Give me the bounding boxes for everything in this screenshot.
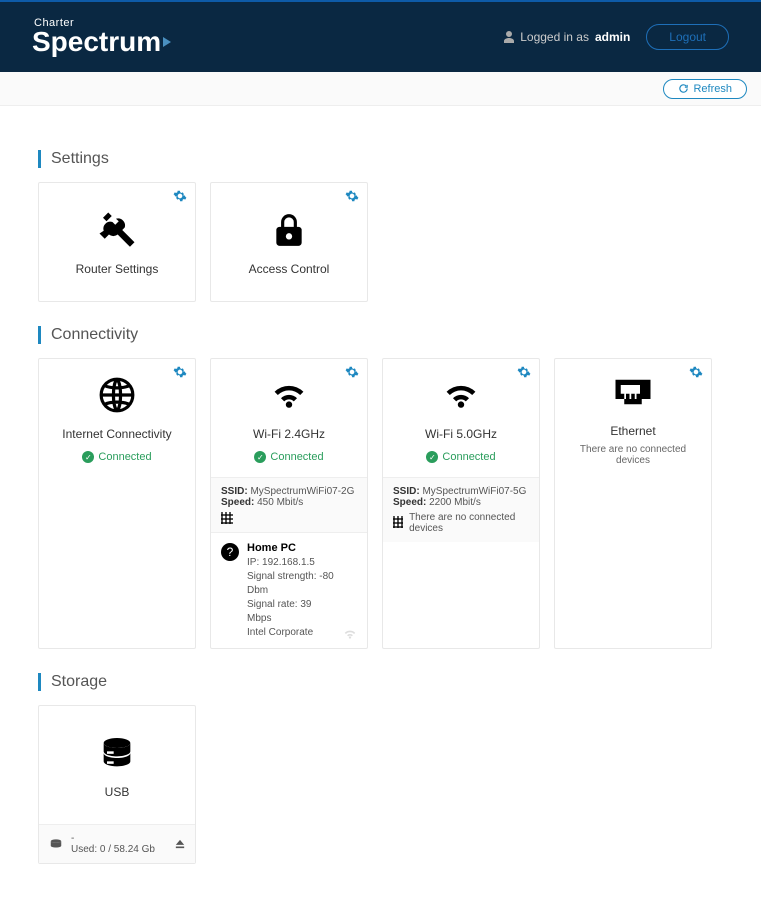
usb-details: - Used: 0 / 58.24 Gb (39, 824, 195, 863)
card-label: Router Settings (76, 262, 159, 276)
tools-icon (96, 208, 138, 252)
storage-row: USB - Used: 0 / 58.24 Gb (38, 705, 723, 864)
drive-icon (49, 838, 63, 850)
card-label: Access Control (249, 262, 330, 276)
content: Settings Router Settings Access Control (0, 106, 761, 904)
brand-logo: Charter Spectrum (32, 18, 171, 56)
gear-icon[interactable] (345, 365, 359, 379)
storage-icon (97, 731, 137, 775)
gear-icon[interactable] (689, 365, 703, 379)
card-ethernet[interactable]: Ethernet There are no connected devices (554, 358, 712, 649)
logout-button[interactable]: Logout (646, 24, 729, 50)
card-wifi-24[interactable]: Wi-Fi 2.4GHz ✓ Connected SSID: MySpectru… (210, 358, 368, 649)
section-title-storage: Storage (38, 673, 723, 691)
ethernet-icon (612, 370, 654, 414)
qr-icon[interactable] (393, 516, 403, 528)
logged-in-text: Logged in as admin (504, 30, 630, 44)
card-label: Ethernet (610, 424, 655, 438)
status-connected: ✓ Connected (254, 451, 323, 463)
settings-row: Router Settings Access Control (38, 182, 723, 302)
gear-icon[interactable] (173, 189, 187, 203)
check-icon: ✓ (254, 451, 266, 463)
gear-icon[interactable] (173, 365, 187, 379)
card-wifi-50[interactable]: Wi-Fi 5.0GHz ✓ Connected SSID: MySpectru… (382, 358, 540, 649)
signal-faint-icon (343, 628, 357, 640)
wifi50-details: SSID: MySpectrumWiFi07-5G Speed: 2200 Mb… (383, 477, 539, 542)
refresh-icon (678, 83, 689, 94)
brand-main: Spectrum (32, 28, 171, 56)
refresh-button[interactable]: Refresh (663, 79, 747, 99)
connectivity-row: Internet Connectivity ✓ Connected Wi-Fi … (38, 358, 723, 649)
card-label: Wi-Fi 2.4GHz (253, 427, 325, 441)
lock-icon (270, 208, 308, 252)
user-area: Logged in as admin Logout (504, 24, 729, 50)
ethernet-no-devices: There are no connected devices (563, 444, 703, 466)
logo-triangle-icon (163, 37, 171, 47)
card-internet[interactable]: Internet Connectivity ✓ Connected (38, 358, 196, 649)
qr-icon[interactable] (221, 512, 233, 524)
globe-icon (98, 373, 136, 417)
device-info: Home PC IP: 192.168.1.5 Signal strength:… (247, 541, 335, 640)
wifi-icon (441, 373, 481, 417)
wifi24-details: SSID: MySpectrumWiFi07-2G Speed: 450 Mbi… (211, 477, 367, 532)
subbar: Refresh (0, 72, 761, 106)
gear-icon[interactable] (345, 189, 359, 203)
check-icon: ✓ (426, 451, 438, 463)
wifi-icon (269, 373, 309, 417)
card-label: Wi-Fi 5.0GHz (425, 427, 497, 441)
user-icon (504, 31, 514, 43)
card-access-control[interactable]: Access Control (210, 182, 368, 302)
eject-icon[interactable] (175, 839, 185, 849)
card-usb[interactable]: USB - Used: 0 / 58.24 Gb (38, 705, 196, 864)
card-label: USB (105, 785, 130, 799)
section-title-connectivity: Connectivity (38, 326, 723, 344)
unknown-device-icon: ? (221, 543, 239, 561)
topbar: Charter Spectrum Logged in as admin Logo… (0, 0, 761, 72)
status-connected: ✓ Connected (426, 451, 495, 463)
check-icon: ✓ (82, 451, 94, 463)
card-router-settings[interactable]: Router Settings (38, 182, 196, 302)
section-title-settings: Settings (38, 150, 723, 168)
card-label: Internet Connectivity (62, 427, 171, 441)
gear-icon[interactable] (517, 365, 531, 379)
status-connected: ✓ Connected (82, 451, 151, 463)
device-row[interactable]: ? Home PC IP: 192.168.1.5 Signal strengt… (211, 532, 367, 648)
